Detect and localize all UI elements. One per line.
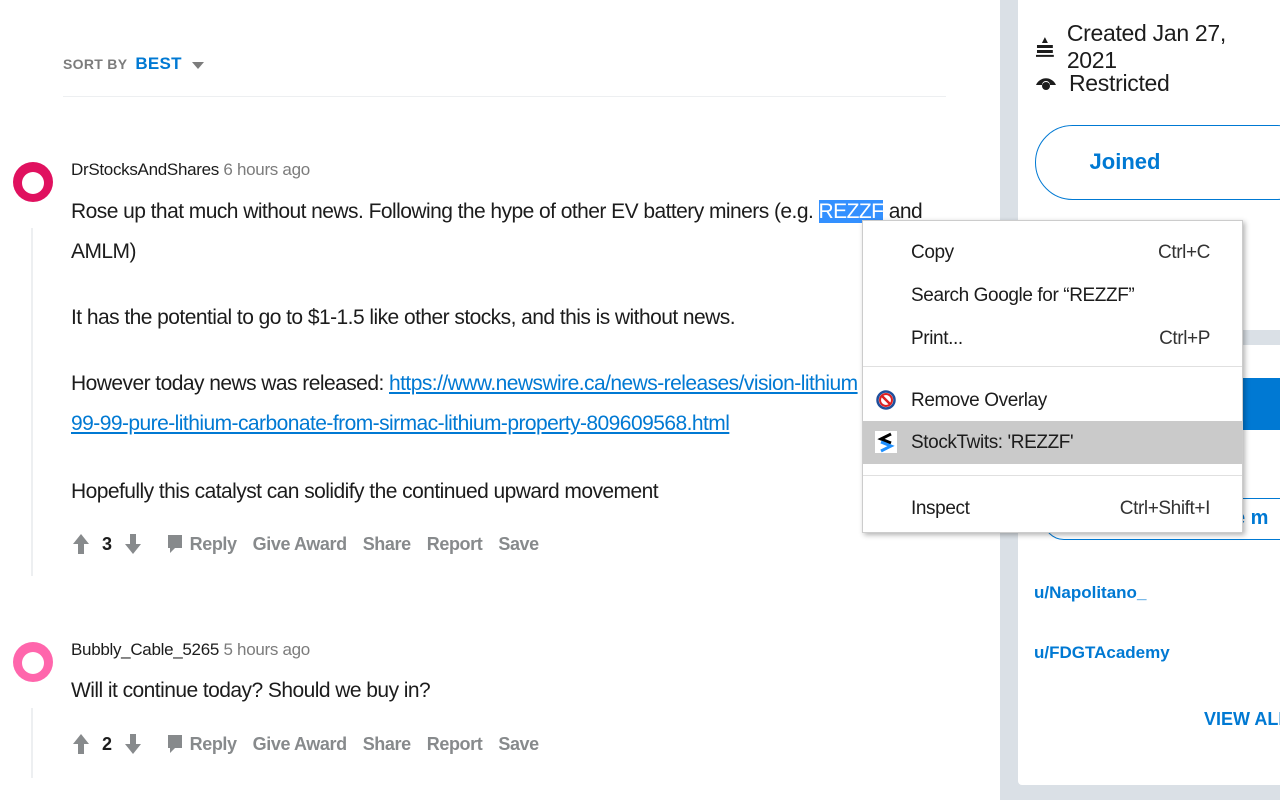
comment-time[interactable]: 5 hours ago xyxy=(223,640,310,659)
label: Inspect xyxy=(911,497,970,519)
comment-author[interactable]: DrStocksAndShares xyxy=(71,160,219,179)
thread-line[interactable] xyxy=(31,228,33,576)
restricted-label: Restricted xyxy=(1069,70,1170,96)
context-menu: Copy Ctrl+C Search Google for “REZZF” Pri… xyxy=(862,220,1243,533)
caret-down-icon[interactable] xyxy=(191,61,204,69)
vote-count: 3 xyxy=(102,533,112,554)
menu-separator xyxy=(863,475,1242,476)
created-row: Created Jan 27, 2021 xyxy=(1035,20,1280,74)
upvote-icon[interactable] xyxy=(72,533,90,555)
avatar[interactable] xyxy=(13,642,53,682)
divider xyxy=(63,96,946,97)
downvote-icon[interactable] xyxy=(124,533,142,555)
avatar[interactable] xyxy=(13,162,53,202)
vote-count: 2 xyxy=(102,733,112,754)
text: However today news was released: xyxy=(71,372,390,395)
menu-item-search-google[interactable]: Search Google for “REZZF” xyxy=(863,274,1242,317)
label: Reply xyxy=(189,533,237,554)
comment-actions: 3 Reply Give Award Share Report Save xyxy=(72,533,539,555)
share-button[interactable]: Share xyxy=(363,734,411,755)
joined-button[interactable]: Joined xyxy=(1035,125,1280,200)
upvote-icon[interactable] xyxy=(72,733,90,755)
cake-icon xyxy=(1035,37,1054,57)
shortcut: Ctrl+Shift+I xyxy=(1119,497,1211,519)
save-button[interactable]: Save xyxy=(498,734,539,755)
news-link[interactable]: 99-99-pure-lithium-carbonate-from-sirmac… xyxy=(71,412,730,435)
label: StockTwits: 'REZZF' xyxy=(911,431,1074,453)
comment-icon xyxy=(167,735,182,753)
comment-body: Rose up that much without news. Followin… xyxy=(71,192,941,512)
comment-icon xyxy=(167,535,182,553)
menu-item-stocktwits[interactable]: StockTwits: 'REZZF' xyxy=(863,421,1242,464)
shortcut: Ctrl+C xyxy=(1158,241,1210,263)
no-entry-icon xyxy=(876,390,896,410)
sort-label: SORT BY xyxy=(63,56,128,72)
report-button[interactable]: Report xyxy=(427,534,483,555)
text: AMLM) xyxy=(71,240,136,263)
sort-value[interactable]: BEST xyxy=(135,54,182,73)
comment-body: Will it continue today? Should we buy in… xyxy=(71,679,431,702)
label: Copy xyxy=(911,241,954,263)
comment-author[interactable]: Bubbly_Cable_5265 xyxy=(71,640,219,659)
comment-meta: Bubbly_Cable_5265 5 hours ago xyxy=(71,640,310,660)
menu-item-copy[interactable]: Copy Ctrl+C xyxy=(863,231,1242,274)
shortcut: Ctrl+P xyxy=(1159,327,1210,349)
news-link[interactable]: https://www.newswire.ca/news-releases/vi… xyxy=(389,372,858,395)
save-button[interactable]: Save xyxy=(498,534,539,555)
sort-by[interactable]: SORT BY BEST xyxy=(63,54,204,74)
label: Reply xyxy=(189,733,237,754)
comment-meta: DrStocksAndShares 6 hours ago xyxy=(71,160,310,180)
reply-button[interactable]: Reply xyxy=(166,733,237,755)
stocktwits-icon xyxy=(875,431,897,453)
eye-icon xyxy=(1036,77,1056,90)
moderator-link[interactable]: u/FDGTAcademy xyxy=(1034,643,1170,663)
created-date: Created Jan 27, 2021 xyxy=(1066,20,1226,73)
thread-line[interactable] xyxy=(31,708,33,778)
comment-actions: 2 Reply Give Award Share Report Save xyxy=(72,733,539,755)
reply-button[interactable]: Reply xyxy=(166,533,237,555)
moderator-link[interactable]: u/Napolitano_ xyxy=(1034,583,1146,603)
menu-item-remove-overlay[interactable]: Remove Overlay xyxy=(863,379,1242,422)
comment-time[interactable]: 6 hours ago xyxy=(223,160,310,179)
label: Print... xyxy=(911,327,963,349)
menu-item-print[interactable]: Print... Ctrl+P xyxy=(863,317,1242,360)
text: It has the potential to go to $1-1.5 lik… xyxy=(71,306,736,329)
label: Remove Overlay xyxy=(911,389,1047,411)
downvote-icon[interactable] xyxy=(124,733,142,755)
text: Rose up that much without news. Followin… xyxy=(71,200,819,223)
restricted-row: Restricted xyxy=(1035,70,1170,97)
view-all-button[interactable]: VIEW ALL xyxy=(1204,709,1280,730)
menu-item-inspect[interactable]: Inspect Ctrl+Shift+I xyxy=(863,487,1242,530)
text: Hopefully this catalyst can solidify the… xyxy=(71,480,659,503)
share-button[interactable]: Share xyxy=(363,534,411,555)
report-button[interactable]: Report xyxy=(427,734,483,755)
label: Search Google for “REZZF” xyxy=(911,284,1135,306)
give-award-button[interactable]: Give Award xyxy=(253,734,347,755)
menu-separator xyxy=(863,366,1242,367)
give-award-button[interactable]: Give Award xyxy=(253,534,347,555)
